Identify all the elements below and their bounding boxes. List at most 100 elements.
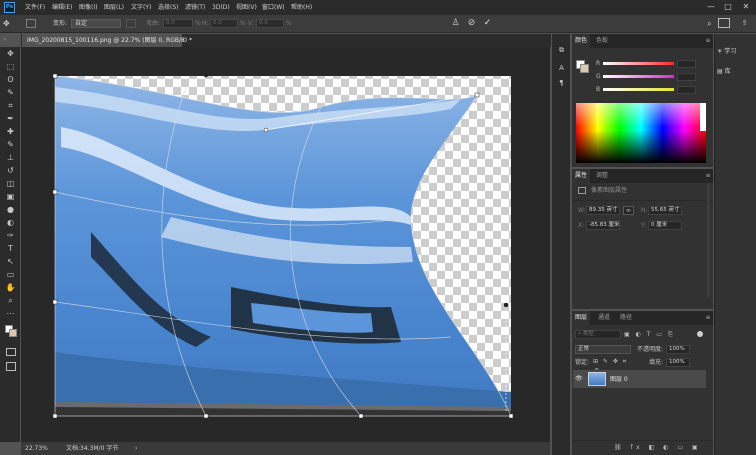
blur-icon[interactable]: ● (4, 204, 17, 215)
x-field[interactable]: -85.83 厘米 (586, 221, 620, 230)
stamp-icon[interactable]: ⊥ (4, 152, 17, 163)
workspace-icon[interactable] (718, 18, 730, 28)
link-icon[interactable]: ∞ (623, 206, 634, 215)
gradient-icon[interactable]: ▣ (4, 191, 17, 202)
r-slider[interactable] (603, 62, 674, 65)
path-select-icon[interactable]: ↖ (4, 256, 17, 267)
r-value[interactable] (677, 60, 696, 68)
menu-filter[interactable]: 滤镜(T) (185, 3, 205, 12)
menu-view[interactable]: 视图(V) (236, 3, 257, 12)
bend-field[interactable]: 0.0 (163, 19, 193, 28)
fill-field[interactable]: 100% (666, 358, 690, 367)
pen-icon[interactable]: ✑ (4, 230, 17, 241)
blend-mode-select[interactable]: 正常 (575, 345, 631, 354)
warp-label: 变形: (53, 20, 68, 27)
history-icon[interactable]: ⧉ (556, 45, 567, 56)
tab-color[interactable]: 颜色 (572, 34, 591, 48)
tab-swatches[interactable]: 色板 (593, 34, 611, 48)
zoom-icon[interactable]: ⌕ (4, 295, 17, 306)
layer-visibility-icon[interactable]: 👁 (575, 374, 583, 383)
height-field[interactable]: 55.65 英寸 (648, 206, 682, 215)
healing-icon[interactable]: ✚ (4, 126, 17, 137)
tool-preset-icon[interactable]: ✥ (3, 18, 12, 29)
collapse-icon[interactable]: » (3, 36, 17, 44)
move-icon[interactable]: ✥ (4, 48, 17, 59)
screen-mode-icon[interactable] (6, 362, 16, 371)
library-button[interactable]: ▤ 库 (717, 65, 731, 78)
warp-select[interactable]: 自定 (71, 19, 121, 28)
commit-transform-icon[interactable]: ✓ (482, 17, 493, 30)
opacity-field[interactable]: 100% (666, 345, 690, 354)
h-distort-field[interactable]: 0.0 (210, 19, 238, 28)
color-panel-menu-icon[interactable]: ≡ (704, 34, 712, 48)
reference-point-icon[interactable] (26, 19, 36, 28)
width-field[interactable]: 89.35 英寸 (586, 206, 620, 215)
menu-edit[interactable]: 编辑(E) (52, 3, 72, 12)
menu-file[interactable]: 文件(F) (25, 3, 45, 12)
minimize-icon[interactable]: — (704, 1, 718, 13)
menu-window[interactable]: 窗口(W) (262, 3, 285, 12)
tab-layers[interactable]: 图层 (572, 311, 591, 325)
dodge-icon[interactable]: ◐ (4, 217, 17, 228)
menu-3d[interactable]: 3D(D) (212, 3, 230, 12)
menu-help[interactable]: 帮助(H) (291, 3, 312, 12)
menu-type[interactable]: 文字(Y) (131, 3, 151, 12)
spectrum-white-swatch[interactable] (700, 103, 706, 131)
paragraph-icon[interactable]: ¶ (556, 78, 567, 89)
quick-mask-icon[interactable] (6, 348, 16, 356)
background-color-swatch[interactable] (9, 329, 17, 337)
menu-select[interactable]: 选择(S) (158, 3, 179, 12)
search-icon[interactable]: ⌕ (704, 17, 715, 30)
tab-paths[interactable]: 路径 (617, 311, 635, 325)
properties-scrollbar[interactable] (707, 183, 710, 297)
quick-select-icon[interactable]: ✎ (4, 87, 17, 98)
maximize-icon[interactable]: □ (721, 1, 735, 13)
b-slider[interactable] (603, 88, 674, 91)
document-canvas[interactable] (21, 47, 550, 442)
lasso-icon[interactable]: ʘ (4, 74, 17, 85)
history-brush-icon[interactable]: ↺ (4, 165, 17, 176)
cancel-transform-icon[interactable]: ⊘ (466, 17, 477, 30)
marquee-icon[interactable]: ⬚ (4, 61, 17, 72)
layer-filter-icons[interactable]: ▣ ◐ T ▭ ⎘ (624, 329, 694, 340)
filter-toggle-icon[interactable] (697, 331, 703, 337)
lock-icons[interactable]: ⊞ ✎ ✥ ⌗ 🔒 (593, 357, 635, 375)
g-slider[interactable] (603, 75, 674, 78)
layers-menu-icon[interactable]: ≡ (704, 311, 712, 325)
document-close-icon[interactable]: × (180, 34, 190, 47)
g-value[interactable] (677, 73, 696, 81)
color-spectrum[interactable] (576, 103, 706, 163)
menu-layer[interactable]: 图层(L) (104, 3, 124, 12)
share-icon[interactable]: ⇪ (739, 17, 750, 30)
eyedropper-icon[interactable]: ✒ (4, 113, 17, 124)
hand-icon[interactable]: ✋ (4, 282, 17, 293)
layer-name[interactable]: 图层 0 (610, 375, 628, 384)
tab-channels[interactable]: 通道 (595, 311, 613, 325)
status-menu-arrow[interactable]: › (135, 444, 137, 453)
properties-menu-icon[interactable]: ≡ (704, 169, 712, 183)
puppet-warp-icon[interactable]: ♙ (450, 17, 461, 30)
width-label: W: (578, 207, 586, 214)
b-value[interactable] (677, 86, 696, 94)
tab-properties[interactable]: 属性 (572, 169, 591, 183)
tab-adjustments[interactable]: 调整 (593, 169, 611, 183)
eraser-icon[interactable]: ◫ (4, 178, 17, 189)
character-icon[interactable]: A (556, 63, 567, 74)
type-icon[interactable]: T (4, 243, 17, 254)
close-icon[interactable]: ✕ (739, 1, 753, 13)
zoom-level[interactable]: 22.73% (25, 444, 48, 453)
learn-button[interactable]: ☀ 学习 (717, 45, 736, 58)
bg-color-chip[interactable] (580, 64, 589, 73)
y-field[interactable]: 0 厘米 (648, 221, 682, 230)
layers-footer-icons[interactable]: ⛓ fx ◧ ◐ ▭ ▣ 🗑 (614, 442, 709, 453)
layers-panel-header (572, 311, 713, 325)
menu-image[interactable]: 图像(I) (79, 3, 97, 12)
crop-icon[interactable]: ⌗ (4, 100, 17, 111)
brush-icon[interactable]: ✎ (4, 139, 17, 150)
warp-orientation-icon[interactable] (126, 19, 136, 28)
shape-icon[interactable]: ▭ (4, 269, 17, 280)
v-distort-field[interactable]: 0.0 (256, 19, 284, 28)
layer-filter-select[interactable]: ⌕ 类型 (575, 330, 621, 339)
document-tab[interactable]: IMG_20200815_100116.png @ 22.7% (图层 0, R… (22, 34, 192, 47)
more-icon[interactable]: ⋯ (4, 308, 17, 319)
